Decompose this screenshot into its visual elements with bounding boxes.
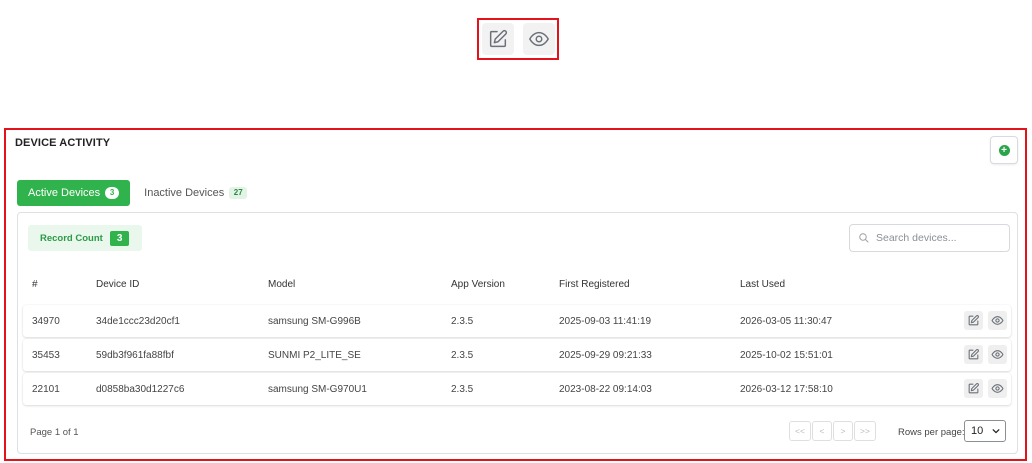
column-header-app-version: App Version bbox=[451, 279, 505, 290]
rows-per-page-label: Rows per page: bbox=[898, 427, 965, 438]
eye-icon bbox=[991, 384, 1004, 393]
tab-active-devices[interactable]: Active Devices 3 bbox=[17, 180, 131, 206]
device-activity-card: DEVICE ACTIVITY + Active Devices 3 Inact… bbox=[4, 128, 1027, 461]
cell-first-registered: 2025-09-03 11:41:19 bbox=[559, 316, 652, 327]
tab-label: Active Devices bbox=[28, 187, 101, 199]
page-info: Page 1 of 1 bbox=[30, 427, 79, 438]
eye-icon bbox=[991, 350, 1004, 359]
tab-inactive-devices[interactable]: Inactive Devices 27 bbox=[133, 180, 258, 206]
row-edit-button[interactable] bbox=[964, 379, 983, 398]
plus-circle-icon: + bbox=[998, 144, 1010, 156]
cell-model: SUNMI P2_LITE_SE bbox=[268, 350, 361, 361]
row-edit-button[interactable] bbox=[964, 345, 983, 364]
table-row: 35453 59db3f961fa88fbf SUNMI P2_LITE_SE … bbox=[23, 339, 1011, 371]
cell-id: 34970 bbox=[32, 316, 60, 327]
rows-per-page-select[interactable]: 10 bbox=[964, 420, 1006, 442]
column-header-last-used: Last Used bbox=[740, 279, 786, 290]
cell-first-registered: 2023-08-22 09:14:03 bbox=[559, 384, 652, 395]
cell-app-version: 2.3.5 bbox=[451, 350, 474, 361]
pager-prev-button[interactable]: < bbox=[812, 421, 832, 441]
cell-id: 35453 bbox=[32, 350, 60, 361]
card-title: DEVICE ACTIVITY bbox=[15, 137, 111, 149]
record-count-value: 3 bbox=[109, 230, 130, 246]
cell-device-id: 34de1ccc23d20cf1 bbox=[96, 316, 180, 327]
column-header-first-registered: First Registered bbox=[559, 279, 630, 290]
chevron-down-icon bbox=[992, 429, 1000, 434]
cell-last-used: 2026-03-12 17:58:10 bbox=[740, 384, 833, 395]
cell-last-used: 2026-03-05 11:30:47 bbox=[740, 316, 833, 327]
cell-app-version: 2.3.5 bbox=[451, 316, 474, 327]
tab-count-badge: 27 bbox=[229, 187, 248, 199]
search-box[interactable] bbox=[849, 224, 1010, 252]
cell-app-version: 2.3.5 bbox=[451, 384, 474, 395]
row-view-button[interactable] bbox=[988, 379, 1007, 398]
row-view-button[interactable] bbox=[988, 345, 1007, 364]
devices-table-panel: Record Count 3 # Device ID Model App Ver… bbox=[17, 212, 1018, 454]
rows-per-page-value: 10 bbox=[971, 425, 984, 437]
cell-id: 22101 bbox=[32, 384, 60, 395]
table-row: 22101 d0858ba30d1227c6 samsung SM-G970U1… bbox=[23, 373, 1011, 405]
record-count-label: Record Count bbox=[40, 232, 103, 244]
row-view-button[interactable] bbox=[988, 311, 1007, 330]
eye-icon bbox=[991, 316, 1004, 325]
search-icon bbox=[859, 233, 869, 243]
cell-device-id: d0858ba30d1227c6 bbox=[96, 384, 185, 395]
add-device-button[interactable]: + bbox=[990, 136, 1018, 164]
search-input[interactable] bbox=[874, 231, 1008, 245]
pencil-square-icon bbox=[489, 29, 507, 48]
column-header-model: Model bbox=[268, 279, 296, 290]
pager-next-button[interactable]: > bbox=[833, 421, 853, 441]
row-actions bbox=[964, 311, 1007, 330]
record-count-badge: Record Count 3 bbox=[28, 225, 142, 251]
action-icons-callout bbox=[477, 18, 559, 60]
pager-last-button[interactable]: >> bbox=[854, 421, 876, 441]
pencil-square-icon bbox=[968, 383, 979, 394]
table-header: # Device ID Model App Version First Regi… bbox=[18, 279, 1017, 299]
view-button[interactable] bbox=[522, 23, 555, 55]
pager-first-button[interactable]: << bbox=[789, 421, 811, 441]
device-tabs: Active Devices 3 Inactive Devices 27 bbox=[17, 180, 258, 206]
row-actions bbox=[964, 379, 1007, 398]
tab-label: Inactive Devices bbox=[144, 187, 225, 199]
cell-last-used: 2025-10-02 15:51:01 bbox=[740, 350, 833, 361]
row-edit-button[interactable] bbox=[964, 311, 983, 330]
row-actions bbox=[964, 345, 1007, 364]
table-row: 34970 34de1ccc23d20cf1 samsung SM-G996B … bbox=[23, 305, 1011, 337]
pencil-square-icon bbox=[968, 315, 979, 326]
eye-icon bbox=[528, 31, 549, 47]
pagination: << < > >> bbox=[789, 421, 876, 441]
column-header-id: # bbox=[32, 279, 38, 290]
cell-model: samsung SM-G970U1 bbox=[268, 384, 367, 395]
column-header-device-id: Device ID bbox=[96, 279, 140, 290]
cell-first-registered: 2025-09-29 09:21:33 bbox=[559, 350, 652, 361]
pencil-square-icon bbox=[968, 349, 979, 360]
cell-device-id: 59db3f961fa88fbf bbox=[96, 350, 174, 361]
cell-model: samsung SM-G996B bbox=[268, 316, 361, 327]
tab-count-badge: 3 bbox=[105, 187, 120, 199]
edit-button[interactable] bbox=[481, 23, 514, 55]
